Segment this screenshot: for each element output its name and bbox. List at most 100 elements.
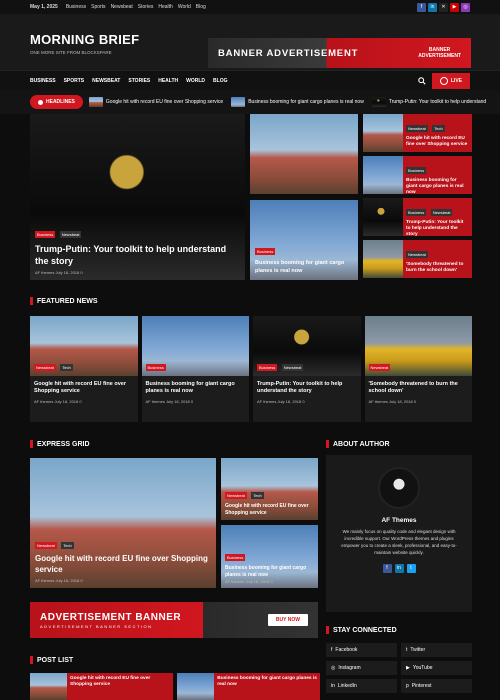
live-button[interactable]: LIVE — [431, 72, 470, 89]
nav-item-blog[interactable]: BLOG — [213, 78, 227, 84]
category-badge[interactable]: Newsbeat — [406, 125, 428, 132]
main-nav: BUSINESS SPORTS NEWSBEAT STORIES HEALTH … — [0, 70, 500, 90]
list-item[interactable]: Business booming for giant cargo planes … — [177, 673, 320, 700]
category-badge[interactable]: Tech — [60, 364, 73, 371]
social-link-youtube[interactable]: ▶ YouTube — [401, 661, 472, 675]
youtube-icon: ▶ — [406, 665, 410, 671]
facebook-icon[interactable]: f — [382, 563, 392, 573]
category-badge[interactable]: Newsbeat — [368, 364, 391, 371]
card-title[interactable]: Trump-Putin: Your toolkit to help unders… — [257, 381, 357, 396]
social-link-facebook[interactable]: f Facebook — [326, 643, 397, 657]
list-title[interactable]: 'Somebody threatened to burn the school … — [406, 262, 469, 274]
post-list: Google hit with record EU fine over Shop… — [30, 673, 320, 700]
category-badge[interactable]: Business — [145, 364, 166, 371]
category-badge[interactable]: Tech — [61, 542, 74, 550]
author-name: AF Themes — [381, 517, 417, 524]
nav-item-world[interactable]: WORLD — [186, 78, 205, 84]
header-banner-ad[interactable]: BANNER ADVERTISEMENT BANNER ADVERTISEMEN… — [208, 38, 471, 68]
card-title[interactable]: 'Somebody threatened to burn the school … — [369, 381, 469, 396]
ticker-item[interactable]: Trump-Putin: Your toolkit to help unders… — [371, 97, 486, 107]
nav-item-health[interactable]: HEALTH — [158, 78, 178, 84]
list-item[interactable]: Newsbeat Tech Google hit with record EU f… — [363, 114, 472, 152]
list-item[interactable]: Business Newsbeat Trump-Putin: Your toolk… — [363, 198, 472, 239]
nav-item-newsbeat[interactable]: NEWSBEAT — [92, 78, 120, 84]
social-link-pinterest[interactable]: p Pinterest — [401, 679, 472, 693]
list-title[interactable]: Google hit with record EU fine over Shop… — [406, 136, 469, 148]
category-badge[interactable]: Business — [406, 167, 427, 174]
top-link-blog[interactable]: Blog — [196, 4, 206, 10]
category-badge[interactable]: Newsbeat — [34, 364, 56, 371]
about-author-widget: AF Themes We mainly focus on quality cod… — [326, 455, 472, 612]
top-link-world[interactable]: World — [178, 4, 191, 10]
x-icon[interactable]: ✕ — [439, 2, 448, 12]
ticker-item[interactable]: Google hit with record EU fine over Shop… — [88, 97, 223, 107]
list-item[interactable]: Business Business booming for giant cargo… — [363, 156, 472, 197]
nav-item-stories[interactable]: STORIES — [128, 78, 150, 84]
post-title[interactable]: Business booming for giant cargo planes … — [225, 565, 314, 578]
right-post-list: Newsbeat Tech Google hit with record EU f… — [363, 114, 472, 280]
card-title[interactable]: Business booming for giant cargo planes … — [146, 381, 246, 396]
mid-tile-post[interactable] — [250, 114, 358, 194]
category-badge[interactable]: Tech — [251, 492, 264, 499]
list-title[interactable]: Business booming for giant cargo planes … — [406, 178, 469, 197]
social-link-linkedin[interactable]: in LinkedIn — [326, 679, 397, 693]
list-title[interactable]: Google hit with record EU fine over Shop… — [67, 673, 173, 700]
category-badge[interactable]: Business — [257, 364, 278, 371]
nav-item-business[interactable]: BUSINESS — [30, 78, 56, 84]
category-badge[interactable]: Tech — [432, 125, 445, 132]
category-badge[interactable]: Newsbeat — [225, 492, 247, 499]
top-link-sports[interactable]: Sports — [91, 4, 105, 10]
post-title[interactable]: Business booming for giant cargo planes … — [255, 260, 353, 275]
linkedin-icon[interactable]: in — [394, 563, 404, 573]
category-badge[interactable]: Business — [225, 554, 246, 561]
list-item[interactable]: Newsbeat 'Somebody threatened to burn the… — [363, 240, 472, 278]
social-link-instagram[interactable]: ◎ Instagram — [326, 661, 397, 675]
section-title-featured: FEATURED NEWS — [30, 297, 98, 305]
category-badge[interactable]: Business — [255, 248, 276, 256]
featured-card[interactable]: Newsbeat Tech Google hit with record EU … — [30, 316, 138, 422]
top-link-newsbeat[interactable]: Newsbeat — [111, 4, 133, 10]
hero-post[interactable]: Business Newsbeat Trump-Putin: Your tool… — [30, 114, 245, 280]
nav-item-sports[interactable]: SPORTS — [64, 78, 85, 84]
express-big-title[interactable]: Google hit with record EU fine over Shop… — [35, 554, 211, 576]
live-icon — [439, 76, 448, 85]
express-big-post[interactable]: Newsbeat Tech Google hit with record EU … — [30, 458, 216, 588]
author-avatar — [378, 467, 420, 509]
category-badge[interactable]: Business — [406, 209, 427, 216]
category-badge[interactable]: Newsbeat — [281, 364, 304, 371]
linkedin-icon[interactable]: in — [428, 2, 437, 12]
card-title[interactable]: Google hit with record EU fine over Shop… — [34, 381, 134, 396]
express-small-post[interactable]: Business Business booming for giant carg… — [221, 525, 318, 588]
advertisement-banner[interactable]: ADVERTISEMENT BANNER ADVERTISEMENT BANNE… — [30, 602, 318, 638]
author-bio: We mainly focus on quality code and eleg… — [341, 529, 457, 555]
category-badge[interactable]: Newsbeat — [430, 209, 453, 216]
buy-now-button[interactable]: BUY NOW — [267, 614, 308, 626]
hero-title[interactable]: Trump-Putin: Your toolkit to help unders… — [35, 243, 240, 267]
twitter-icon[interactable]: t — [406, 563, 416, 573]
list-title[interactable]: Trump-Putin: Your toolkit to help unders… — [406, 220, 469, 239]
featured-card[interactable]: Newsbeat 'Somebody threatened to burn th… — [364, 316, 472, 422]
facebook-icon[interactable]: f — [417, 2, 426, 12]
ticker-item[interactable]: Business booming for giant cargo planes … — [231, 97, 364, 107]
express-small-post[interactable]: Newsbeat Tech Google hit with record EU … — [221, 458, 318, 520]
category-badge[interactable]: Business — [35, 230, 56, 238]
social-link-twitter[interactable]: t Twitter — [401, 643, 472, 657]
featured-card[interactable]: Business Business booming for giant carg… — [141, 316, 249, 422]
search-icon[interactable] — [418, 76, 426, 85]
featured-card[interactable]: Business Newsbeat Trump-Putin: Your tool… — [253, 316, 361, 422]
category-badge[interactable]: Newsbeat — [35, 542, 57, 550]
headline-ticker: HEADLINES Google hit with record EU fine… — [0, 90, 500, 114]
list-item[interactable]: Google hit with record EU fine over Shop… — [30, 673, 173, 700]
instagram-icon[interactable]: ◎ — [461, 2, 470, 12]
post-title[interactable]: Google hit with record EU fine over Shop… — [225, 503, 314, 516]
category-badge[interactable]: Newsbeat — [59, 230, 82, 238]
top-link-business[interactable]: Business — [66, 4, 86, 10]
mid-tile-post[interactable]: Business Business booming for giant carg… — [250, 200, 358, 280]
list-thumb — [177, 673, 215, 700]
list-title[interactable]: Business booming for giant cargo planes … — [214, 673, 320, 700]
youtube-icon[interactable]: ▶ — [450, 2, 459, 12]
section-title-about: ABOUT AUTHOR — [326, 440, 390, 448]
top-link-stories[interactable]: Stories — [138, 4, 154, 10]
top-link-health[interactable]: Health — [158, 4, 172, 10]
category-badge[interactable]: Newsbeat — [406, 251, 428, 258]
